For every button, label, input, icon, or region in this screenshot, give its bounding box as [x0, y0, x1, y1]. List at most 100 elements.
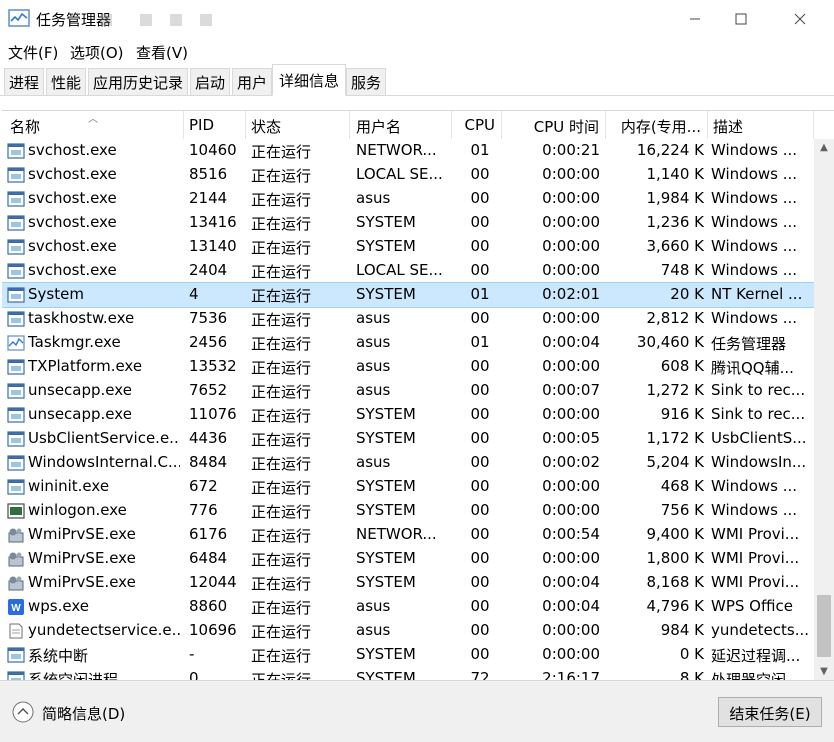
- table-row[interactable]: svchost.exe 8516 正在运行 LOCAL SE... 00 0:00:00 1…: [2, 163, 814, 187]
- maximize-button[interactable]: [718, 0, 764, 38]
- process-cpu: 00: [470, 357, 490, 375]
- process-pid: 13140: [189, 237, 237, 255]
- menu-view[interactable]: 查看(V): [136, 42, 188, 63]
- table-row[interactable]: System 4 正在运行 SYSTEM 01 0:02:01 20 K NT Kernel …: [2, 282, 814, 308]
- process-memory: 1,800 K: [646, 549, 704, 567]
- end-task-button[interactable]: 结束任务(E): [718, 697, 822, 727]
- column-description[interactable]: 描述: [708, 111, 814, 139]
- title-bar: 任务管理器: [0, 0, 834, 38]
- process-cpu-time: 0:00:00: [542, 237, 600, 255]
- tab-performance[interactable]: 性能: [46, 68, 86, 95]
- table-row[interactable]: Taskmgr.exe 2456 正在运行 asus 01 0:00:04 30,460 K…: [2, 331, 814, 355]
- tab-users[interactable]: 用户: [232, 68, 272, 95]
- table-row[interactable]: winlogon.exe 776 正在运行 SYSTEM 00 0:00:00 756 K W…: [2, 499, 814, 523]
- process-cpu-time: 0:00:00: [542, 549, 600, 567]
- process-name: svchost.exe: [28, 213, 117, 231]
- process-description: NT Kernel ...: [711, 285, 803, 303]
- service-icon: [7, 287, 25, 303]
- column-username[interactable]: 用户名: [350, 111, 452, 139]
- process-status: 正在运行: [251, 215, 312, 233]
- table-row[interactable]: WmiPrvSE.exe 6176 正在运行 NETWOR... 00 0:00:54 9,…: [2, 523, 814, 547]
- table-row[interactable]: WmiPrvSE.exe 6484 正在运行 SYSTEM 00 0:00:00 1,800…: [2, 547, 814, 571]
- column-status[interactable]: 状态: [246, 111, 350, 139]
- column-cpu[interactable]: CPU: [452, 111, 502, 139]
- column-memory[interactable]: 内存(专用...: [606, 111, 708, 139]
- menu-file[interactable]: 文件(F): [8, 42, 58, 63]
- minimize-button[interactable]: [672, 0, 718, 38]
- process-status: 正在运行: [251, 575, 312, 593]
- process-pid: 776: [189, 501, 218, 519]
- table-row[interactable]: svchost.exe 13140 正在运行 SYSTEM 00 0:00:00 3,660…: [2, 235, 814, 259]
- table-row[interactable]: 系统空闲进程 0 正在运行 SYSTEM 72 2:16:17 8 K 处理器空闲...: [2, 667, 814, 680]
- menu-options[interactable]: 选项(O): [70, 42, 124, 63]
- scroll-down-arrow-icon[interactable]: ▼: [814, 663, 834, 680]
- process-name: svchost.exe: [28, 165, 117, 183]
- column-cpu-time[interactable]: CPU 时间: [502, 111, 606, 139]
- process-name: wininit.exe: [28, 477, 110, 495]
- close-button[interactable]: [777, 0, 823, 38]
- table-row[interactable]: 系统中断 - 正在运行 SYSTEM 00 0:00:00 0 K 延迟过程调...: [2, 643, 814, 667]
- chevron-up-circle-icon[interactable]: [12, 701, 34, 723]
- service-icon: [7, 383, 25, 399]
- process-pid: 7536: [189, 309, 228, 327]
- process-pid: 12044: [189, 573, 237, 591]
- table-row[interactable]: WmiPrvSE.exe 12044 正在运行 SYSTEM 00 0:00:04 8,16…: [2, 571, 814, 595]
- toolbar-ghost-icons: [100, 14, 212, 26]
- process-memory: 4,796 K: [646, 597, 704, 615]
- table-row[interactable]: unsecapp.exe 11076 正在运行 SYSTEM 00 0:00:00 916 …: [2, 403, 814, 427]
- process-username: asus: [356, 597, 391, 615]
- process-pid: 7652: [189, 381, 228, 399]
- table-row[interactable]: svchost.exe 10460 正在运行 NETWOR... 01 0:00:21 16…: [2, 139, 814, 163]
- table-row[interactable]: svchost.exe 2404 正在运行 LOCAL SE... 00 0:00:00 7…: [2, 259, 814, 283]
- process-name: svchost.exe: [28, 141, 117, 159]
- process-cpu: 00: [470, 213, 490, 231]
- process-name: 系统中断: [28, 647, 89, 665]
- table-row[interactable]: yundetectservice.e... 10696 正在运行 asus 00 0:00…: [2, 619, 814, 643]
- process-cpu-time: 0:00:04: [542, 573, 600, 591]
- tab-services[interactable]: 服务: [346, 68, 386, 95]
- scroll-thumb[interactable]: [817, 595, 831, 657]
- process-cpu-time: 0:00:00: [542, 189, 600, 207]
- table-row[interactable]: taskhostw.exe 7536 正在运行 asus 00 0:00:00 2,812 …: [2, 307, 814, 331]
- table-row[interactable]: svchost.exe 2144 正在运行 asus 00 0:00:00 1,984 K W…: [2, 187, 814, 211]
- process-cpu-time: 0:00:04: [542, 333, 600, 351]
- process-username: LOCAL SE...: [356, 261, 443, 279]
- process-status: 正在运行: [251, 191, 312, 209]
- table-row[interactable]: TXPlatform.exe 13532 正在运行 asus 00 0:00:00 608 …: [2, 355, 814, 379]
- column-pid[interactable]: PID: [184, 111, 246, 139]
- table-row[interactable]: Wwps.exe 8860 正在运行 asus 00 0:00:04 4,796 K WPS …: [2, 595, 814, 619]
- process-username: LOCAL SE...: [356, 165, 443, 183]
- service-icon: [7, 143, 25, 159]
- table-row[interactable]: wininit.exe 672 正在运行 SYSTEM 00 0:00:00 468 K Wi…: [2, 475, 814, 499]
- process-status: 正在运行: [251, 407, 312, 425]
- process-memory: 30,460 K: [636, 333, 704, 351]
- process-pid: 2144: [189, 189, 228, 207]
- process-cpu: 00: [470, 237, 490, 255]
- process-username: asus: [356, 333, 391, 351]
- process-status: 正在运行: [251, 623, 312, 641]
- table-row[interactable]: unsecapp.exe 7652 正在运行 asus 00 0:00:07 1,272 K…: [2, 379, 814, 403]
- tab-details[interactable]: 详细信息: [272, 64, 346, 96]
- process-username: SYSTEM: [356, 405, 416, 423]
- process-memory: 3,660 K: [646, 237, 704, 255]
- table-row[interactable]: UsbClientService.e... 4436 正在运行 SYSTEM 00 0:0…: [2, 427, 814, 451]
- table-row[interactable]: WindowsInternal.C... 8484 正在运行 asus 00 0:00:0…: [2, 451, 814, 475]
- table-row[interactable]: svchost.exe 13416 正在运行 SYSTEM 00 0:00:00 1,236…: [2, 211, 814, 235]
- process-status: 正在运行: [251, 143, 312, 161]
- process-description: Windows ...: [711, 477, 798, 495]
- column-name[interactable]: 名称 ︿: [2, 111, 184, 139]
- process-description: 腾讯QQ辅...: [711, 359, 794, 377]
- process-name: System: [28, 285, 84, 303]
- process-status: 正在运行: [251, 503, 312, 521]
- process-username: SYSTEM: [356, 501, 416, 519]
- vertical-scrollbar[interactable]: ▲ ▼: [814, 139, 834, 680]
- tab-processes[interactable]: 进程: [4, 68, 44, 95]
- process-username: SYSTEM: [356, 573, 416, 591]
- process-pid: 6176: [189, 525, 228, 543]
- tab-app-history[interactable]: 应用历史记录: [88, 68, 188, 95]
- fewer-details-link[interactable]: 简略信息(D): [42, 703, 125, 724]
- minimize-icon: [690, 18, 700, 20]
- scroll-up-arrow-icon[interactable]: ▲: [814, 139, 834, 157]
- tab-startup[interactable]: 启动: [190, 68, 230, 95]
- process-name: yundetectservice.e...: [28, 621, 180, 639]
